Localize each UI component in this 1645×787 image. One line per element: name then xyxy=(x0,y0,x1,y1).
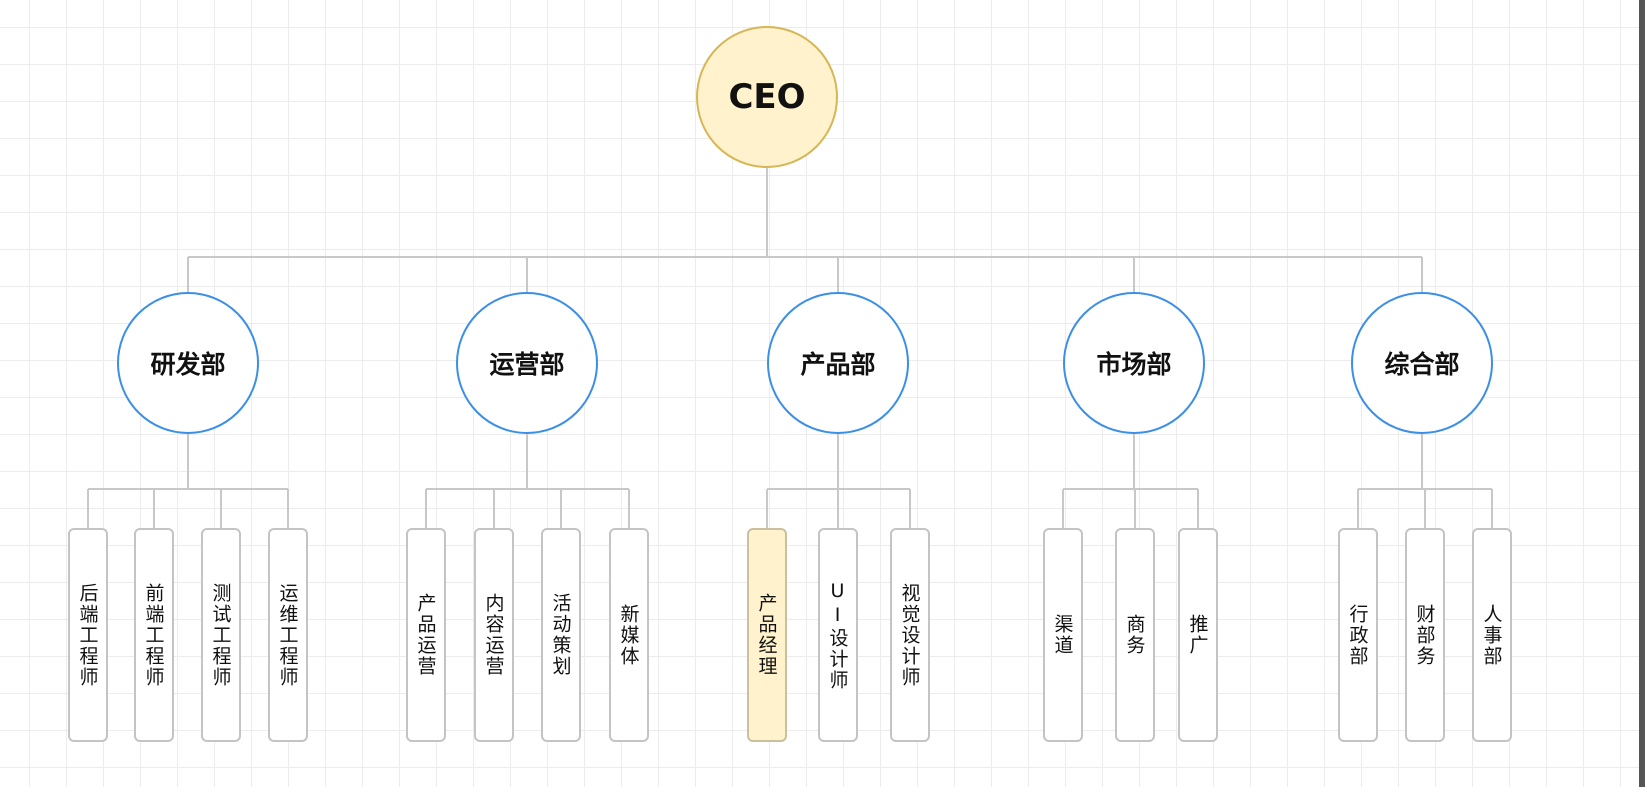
department-node[interactable]: 综合部 xyxy=(1351,292,1493,434)
role-label: 内容运营 xyxy=(482,593,505,677)
role-node[interactable]: 后端工程师 xyxy=(68,528,108,742)
role-node[interactable]: 行政部 xyxy=(1338,528,1378,742)
role-node[interactable]: 活动策划 xyxy=(541,528,581,742)
department-node[interactable]: 产品部 xyxy=(767,292,909,434)
department-node[interactable]: 研发部 xyxy=(117,292,259,434)
role-node[interactable]: 人事部 xyxy=(1472,528,1512,742)
department-node[interactable]: 市场部 xyxy=(1063,292,1205,434)
role-node[interactable]: 运维工程师 xyxy=(268,528,308,742)
role-node[interactable]: 新媒体 xyxy=(609,528,649,742)
role-label: UI设计师 xyxy=(826,579,849,691)
role-label: 渠道 xyxy=(1051,614,1074,656)
role-label: 财部务 xyxy=(1413,603,1436,667)
role-label: 产品运营 xyxy=(414,593,437,677)
role-node[interactable]: UI设计师 xyxy=(818,528,858,742)
role-node[interactable]: 渠道 xyxy=(1043,528,1083,742)
scrollbar[interactable] xyxy=(1639,0,1645,787)
ceo-node[interactable]: CEO xyxy=(696,26,838,168)
role-label: 行政部 xyxy=(1346,603,1369,667)
role-node[interactable]: 商务 xyxy=(1115,528,1155,742)
role-label: 视觉设计师 xyxy=(898,582,921,688)
role-node[interactable]: 视觉设计师 xyxy=(890,528,930,742)
role-label: 推广 xyxy=(1186,614,1209,656)
role-label: 人事部 xyxy=(1480,603,1503,667)
role-node[interactable]: 内容运营 xyxy=(474,528,514,742)
role-label: 测试工程师 xyxy=(209,582,232,688)
role-node[interactable]: 前端工程师 xyxy=(134,528,174,742)
role-label: 商务 xyxy=(1123,614,1146,656)
role-label: 活动策划 xyxy=(549,593,572,677)
role-label: 后端工程师 xyxy=(76,582,99,688)
department-node[interactable]: 运营部 xyxy=(456,292,598,434)
role-node[interactable]: 财部务 xyxy=(1405,528,1445,742)
role-label: 新媒体 xyxy=(617,603,640,667)
role-label: 运维工程师 xyxy=(276,582,299,688)
role-node[interactable]: 推广 xyxy=(1178,528,1218,742)
role-label: 产品经理 xyxy=(755,593,778,677)
role-node[interactable]: 产品经理 xyxy=(747,528,787,742)
role-node[interactable]: 测试工程师 xyxy=(201,528,241,742)
role-label: 前端工程师 xyxy=(142,582,165,688)
role-node[interactable]: 产品运营 xyxy=(406,528,446,742)
